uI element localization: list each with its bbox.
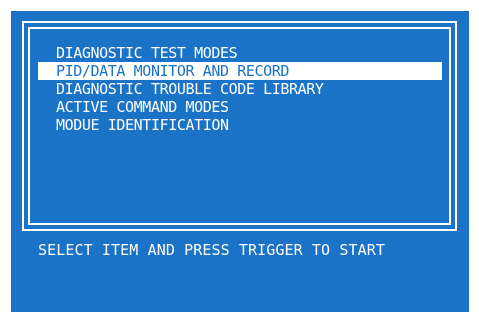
main-menu: DIAGNOSTIC TEST MODES PID/DATA MONITOR A… [38, 44, 442, 134]
menu-item-pid-data-monitor[interactable]: PID/DATA MONITOR AND RECORD [38, 62, 442, 80]
instruction-prompt: SELECT ITEM AND PRESS TRIGGER TO START [38, 241, 385, 259]
menu-item-module-identification[interactable]: MODUE IDENTIFICATION [38, 116, 442, 134]
menu-item-dtc-library[interactable]: DIAGNOSTIC TROUBLE CODE LIBRARY [38, 80, 442, 98]
menu-item-diagnostic-test-modes[interactable]: DIAGNOSTIC TEST MODES [38, 44, 442, 62]
menu-item-active-command-modes[interactable]: ACTIVE COMMAND MODES [38, 98, 442, 116]
